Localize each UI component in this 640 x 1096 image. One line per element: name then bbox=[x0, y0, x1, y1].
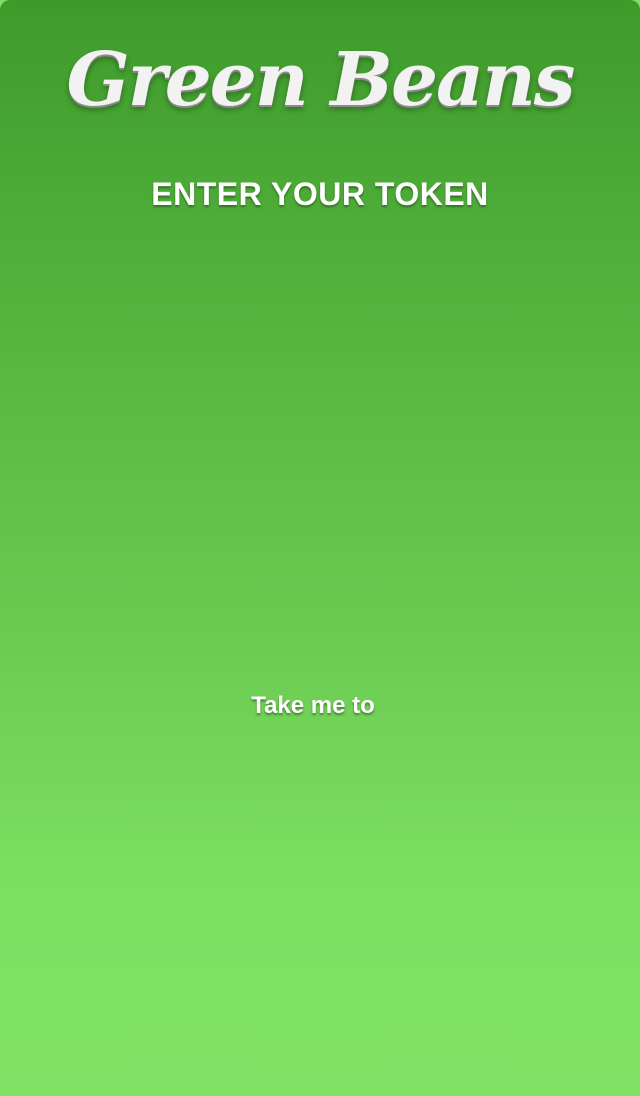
page-title: ENTER YOUR TOKEN bbox=[151, 176, 489, 212]
app-screen: Green Beans ENTER YOUR TOKEN Take me to bbox=[0, 0, 640, 1096]
destination-field[interactable] bbox=[60, 910, 580, 924]
token-input-area[interactable] bbox=[60, 240, 580, 660]
take-me-to-button[interactable]: Take me to bbox=[0, 692, 626, 720]
app-logo: Green Beans bbox=[66, 37, 576, 123]
